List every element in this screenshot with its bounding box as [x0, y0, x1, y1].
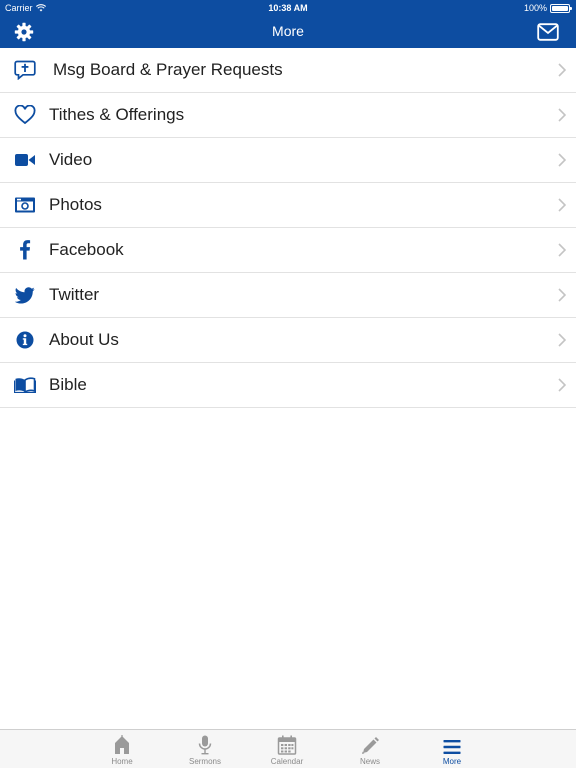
tab-news[interactable]: News — [335, 733, 405, 767]
menu-item-msg-board[interactable]: Msg Board & Prayer Requests — [0, 48, 576, 93]
message-cross-icon — [13, 59, 37, 81]
battery-indicator: 100% — [523, 3, 572, 13]
menu-item-label: About Us — [49, 330, 119, 349]
chevron-right-icon — [558, 333, 566, 347]
tab-calendar[interactable]: Calendar — [252, 733, 322, 767]
chevron-right-icon — [558, 243, 566, 257]
camera-icon — [13, 194, 37, 216]
tab-home[interactable]: Home — [87, 733, 157, 767]
heart-icon — [13, 104, 37, 126]
twitter-icon — [13, 284, 37, 306]
tab-bar: Home Sermons Calendar News More — [0, 729, 576, 768]
battery-percent: 100% — [523, 3, 547, 13]
book-icon — [13, 374, 37, 396]
chevron-right-icon — [558, 108, 566, 122]
microphone-icon — [198, 735, 212, 755]
tab-label: Sermons — [188, 757, 221, 766]
page-title: More — [272, 23, 304, 39]
home-icon — [115, 735, 129, 754]
menu-item-label: Facebook — [49, 240, 124, 259]
status-bar: Carrier 10:38 AM 100% — [0, 0, 576, 16]
tab-label: Home — [111, 757, 133, 766]
chevron-right-icon — [558, 153, 566, 167]
menu-item-bible[interactable]: Bible — [0, 363, 576, 408]
tab-more[interactable]: More — [417, 733, 487, 767]
menu-item-label: Video — [49, 150, 93, 169]
more-menu-list: Msg Board & Prayer Requests Tithes & Off… — [0, 48, 576, 408]
calendar-icon — [277, 735, 297, 755]
menu-icon — [443, 740, 461, 754]
chevron-right-icon — [558, 198, 566, 212]
chevron-right-icon — [558, 63, 566, 77]
info-icon — [13, 329, 37, 351]
menu-item-twitter[interactable]: Twitter — [0, 273, 576, 318]
mail-icon[interactable] — [537, 23, 559, 41]
menu-item-video[interactable]: Video — [0, 138, 576, 183]
menu-item-facebook[interactable]: Facebook — [0, 228, 576, 273]
facebook-icon — [13, 239, 37, 261]
menu-item-label: Photos — [49, 195, 102, 214]
menu-item-label: Bible — [49, 375, 87, 394]
menu-item-label: Msg Board & Prayer Requests — [53, 60, 283, 79]
menu-item-label: Tithes & Offerings — [49, 105, 185, 124]
menu-item-photos[interactable]: Photos — [0, 183, 576, 228]
battery-icon — [550, 3, 572, 13]
menu-item-tithes[interactable]: Tithes & Offerings — [0, 93, 576, 138]
tab-label: News — [359, 757, 380, 766]
menu-item-about-us[interactable]: About Us — [0, 318, 576, 363]
tab-label: Calendar — [270, 757, 304, 766]
video-camera-icon — [13, 149, 37, 171]
tab-label: More — [442, 757, 462, 766]
pencil-icon — [362, 737, 379, 754]
top-bar: Carrier 10:38 AM 100% More — [0, 0, 576, 48]
chevron-right-icon — [558, 378, 566, 392]
menu-item-label: Twitter — [49, 285, 100, 304]
status-time: 10:38 AM — [268, 3, 308, 13]
tab-sermons[interactable]: Sermons — [170, 733, 240, 767]
chevron-right-icon — [558, 288, 566, 302]
